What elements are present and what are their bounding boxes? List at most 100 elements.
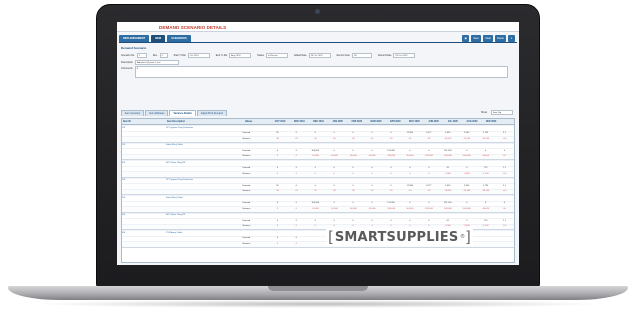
- end-label: End Yr-Mo: [215, 53, 228, 57]
- month-value-cell: -10,000: [330, 155, 338, 157]
- month-value-cell: -160,000: [462, 207, 471, 210]
- column-header[interactable]: NOV 2019: [289, 119, 308, 124]
- table-row: Variance -30 -25 -10 -20 -30 -10 -20 -10 -20 -14,0…: [122, 188, 514, 194]
- month-value-cell: -10,: [502, 155, 507, 157]
- month-value-cell: 0: [295, 172, 297, 175]
- value-type-cell: Variance: [242, 137, 251, 140]
- tab-underline: [119, 42, 517, 43]
- tab-scenarios[interactable]: SCENARIOS: [167, 35, 191, 42]
- month-value-cell: 0: [276, 172, 278, 175]
- description-field[interactable]: Adjusted Q3 peak 1 test: [134, 60, 179, 65]
- column-header[interactable]: Item Description: [166, 119, 244, 124]
- column-header[interactable]: SEP 2020: [481, 119, 500, 124]
- month-value-cell: 0: [314, 225, 316, 227]
- comments-row: Comments S: [121, 66, 508, 78]
- save-icon[interactable]: ▣: [462, 35, 470, 42]
- record-date-field[interactable]: 29 Oct 2019: [393, 52, 416, 58]
- month-value-cell: -30: [351, 137, 355, 140]
- month-value-cell: -10,100: [463, 137, 471, 140]
- month-value-cell: -20: [389, 190, 393, 192]
- rev-field[interactable]: 0: [159, 52, 168, 58]
- month-value-cell: -14,020: [444, 190, 452, 192]
- subtab-item-inventory[interactable]: Item Inventory: [121, 110, 145, 116]
- start-field[interactable]: Oct 2019: [187, 52, 210, 58]
- item-description-link[interactable]: MC3 Pylon 10mg/TR: [166, 213, 244, 219]
- comments-field[interactable]: S: [134, 66, 508, 78]
- month-value-cell: -20: [427, 190, 431, 192]
- column-header[interactable]: JAN 2020: [328, 119, 347, 124]
- month-value-cell: -40,000: [349, 155, 357, 157]
- save-button[interactable]: Save: [471, 35, 482, 42]
- item-id-link[interactable]: 201: [122, 196, 166, 202]
- item-group: 101 DC Pyrgium Pong Detections Demand 35 0 0 0…: [122, 125, 514, 143]
- month-value-cell: 0: [295, 242, 297, 245]
- item-description-link[interactable]: Kobe Whey Tablet: [166, 196, 244, 202]
- table-row: Variance 0 0 -10,000 -10,000 -40,000 -50,000 -1…: [122, 206, 514, 212]
- added-date-field[interactable]: 28 Oct 2019: [308, 52, 331, 58]
- month-value-cell: -120,000: [386, 207, 396, 210]
- column-header[interactable]: MAY 2020: [404, 119, 423, 124]
- column-header[interactable]: Item ID: [122, 119, 166, 124]
- month-value-cell: -20: [332, 137, 336, 140]
- item-description-link[interactable]: Kobe Whey Tablet: [166, 143, 244, 149]
- item-description-link[interactable]: DC Pyrgium Pong Detections: [166, 126, 244, 132]
- tab-new[interactable]: NEW: [151, 35, 166, 42]
- value-type-cell: Variance: [242, 172, 251, 175]
- column-header[interactable]: JUL 2020: [443, 119, 462, 124]
- month-value-cell: -40,000: [482, 207, 490, 210]
- month-value-cell: -30,190: [482, 137, 490, 140]
- app-title-bar: DEMAND SCENARIO DETAILS: [117, 22, 519, 32]
- item-id-link[interactable]: 101: [122, 178, 166, 184]
- month-value-cell: 0: [352, 172, 354, 175]
- column-header[interactable]: JUN 2020: [424, 119, 443, 124]
- view-select[interactable]: Item Qty: [491, 110, 513, 115]
- item-id-link[interactable]: 201: [122, 143, 166, 149]
- column-header[interactable]: AUG 2020: [462, 119, 481, 124]
- subtab-item-attributes[interactable]: Item Attributes: [145, 110, 169, 116]
- column-header[interactable]: Values: [244, 119, 270, 124]
- start-label: Start Yr-Mo: [173, 53, 186, 57]
- column-header[interactable]: FEB 2020: [347, 119, 366, 124]
- month-value-cell: 0: [333, 172, 335, 175]
- column-header[interactable]: OCT 2019: [270, 119, 289, 124]
- end-field[interactable]: Aug 2020: [229, 52, 252, 58]
- month-value-cell: -10: [313, 137, 317, 140]
- item-id-link[interactable]: 301: [122, 213, 166, 219]
- month-value-cell: -30,190: [482, 190, 490, 192]
- delete-button[interactable]: Delete: [495, 35, 506, 42]
- month-value-cell: -120,000: [424, 207, 433, 210]
- item-id-link[interactable]: 101: [122, 126, 166, 132]
- clear-button[interactable]: Clear: [483, 35, 494, 42]
- subtab-variance-details[interactable]: Variance Details: [169, 110, 196, 116]
- status-label: Status: [257, 53, 264, 57]
- month-value-cell: -10,100: [463, 190, 471, 192]
- tab-replenishment[interactable]: REPLENISHMENT: [119, 35, 150, 42]
- section-title: Demand Scenario: [121, 46, 147, 50]
- record-user-field[interactable]: JB: [352, 52, 372, 58]
- month-value-cell: -1,6: [502, 225, 507, 227]
- column-header[interactable]: MAR 2020: [366, 119, 385, 124]
- column-header[interactable]: DEC 2019: [308, 119, 327, 124]
- month-value-cell: 0: [371, 172, 373, 175]
- scenario-no-field[interactable]: 1: [136, 52, 147, 58]
- month-value-cell: 0: [276, 155, 278, 157]
- toolbar-actions: ▣ Save Clear Delete ▾: [462, 35, 515, 42]
- month-value-cell: -10,000: [330, 207, 338, 210]
- subtab-adjust-prod-demand[interactable]: Adjust Prod Demand: [196, 110, 227, 116]
- month-value-cell: -40,000: [482, 155, 490, 157]
- menu-icon[interactable]: ▾: [508, 35, 515, 42]
- month-value-cell: -2,000: [444, 172, 451, 175]
- month-value-cell: -10: [370, 137, 374, 140]
- month-value-cell: -10: [408, 137, 412, 140]
- month-value-cell: -1,6: [502, 172, 507, 175]
- item-id-link[interactable]: 401: [122, 231, 166, 237]
- status-select[interactable]: In Review: [265, 52, 288, 58]
- item-description-link[interactable]: DC Pyrgium Pong Detections: [166, 178, 244, 184]
- column-header[interactable]: APR 2020: [385, 119, 404, 124]
- value-type-cell: Variance: [242, 207, 251, 210]
- logo-bracket-open: [: [328, 228, 334, 246]
- item-description-link[interactable]: MC3 Pylon 10mg/TR: [166, 161, 244, 167]
- month-value-cell: -120,000: [424, 155, 433, 157]
- item-id-link[interactable]: 301: [122, 161, 166, 167]
- item-description-link[interactable]: PYM Amey Tablet: [166, 231, 244, 237]
